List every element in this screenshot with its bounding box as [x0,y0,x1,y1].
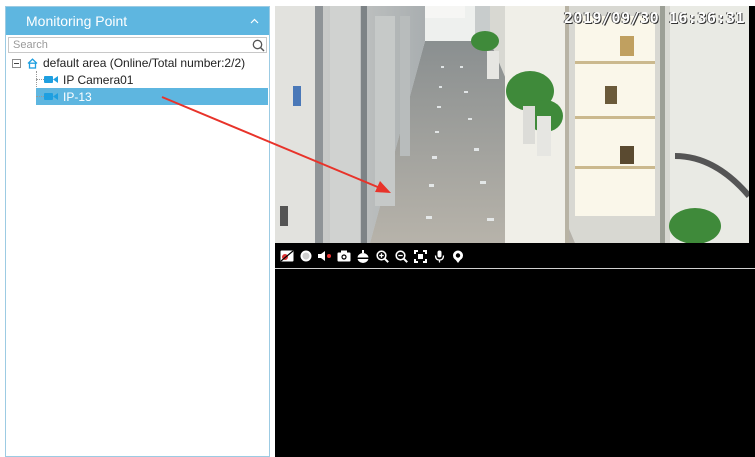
camera-snapshot-icon[interactable] [337,249,351,263]
zoom-in-icon[interactable] [375,249,389,263]
search-icon[interactable] [250,38,266,52]
record-icon[interactable] [280,249,294,263]
search-box [8,37,267,53]
panel-title: Monitoring Point [26,13,128,29]
chevron-up-icon[interactable] [250,18,259,24]
tree-item-label: IP-13 [63,89,92,104]
video-timestamp: 2019/09/30 16:36:31 [563,9,745,27]
corridor-video-image [275,6,749,243]
tree-item-ip-camera01[interactable]: IP Camera01 [36,71,269,88]
home-icon [27,57,38,69]
tree-root-label: default area (Online/Total number:2/2) [43,56,246,70]
zoom-out-icon[interactable] [394,249,408,263]
panel-header: Monitoring Point [6,7,269,35]
fit-screen-icon[interactable] [413,249,427,263]
tree-item-label: IP Camera01 [63,72,134,87]
tree-root-default-area[interactable]: default area (Online/Total number:2/2) [6,55,269,71]
monitoring-point-panel: Monitoring Point default area (Online/To… [5,6,270,457]
live-video-view[interactable]: 2019/09/30 16:36:31 [275,6,749,243]
collapse-tree-icon[interactable] [12,58,21,68]
device-tree: default area (Online/Total number:2/2) I… [6,55,269,105]
location-icon[interactable] [451,249,465,263]
video-panel: 2019/09/30 16:36:31 [275,6,755,457]
microphone-icon[interactable] [432,249,446,263]
video-toolbar [275,244,755,268]
empty-video-window[interactable] [275,269,755,457]
ptz-icon[interactable] [356,249,370,263]
camera-icon [44,75,58,84]
search-input[interactable] [9,38,250,52]
snapshot-dot-icon[interactable] [299,249,313,263]
camera-icon [44,92,58,101]
audio-icon[interactable] [318,249,332,263]
tree-item-ip-13[interactable]: IP-13 [36,88,268,105]
